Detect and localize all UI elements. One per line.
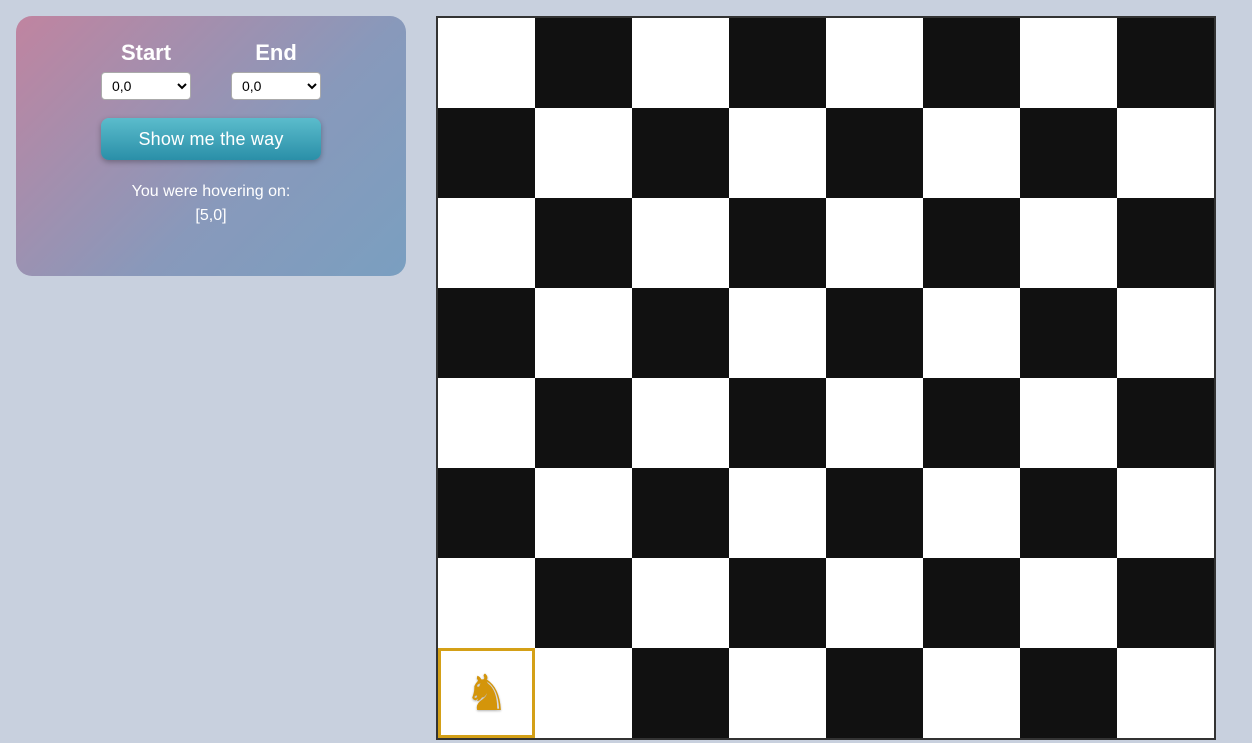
cell[interactable] (1117, 378, 1214, 468)
cell[interactable] (1117, 198, 1214, 288)
cell[interactable] (1020, 558, 1117, 648)
cell[interactable] (438, 558, 535, 648)
cell[interactable]: ♞ (438, 648, 535, 738)
start-select[interactable]: 0,0 0,1 0,2 0,3 0,4 0,5 0,6 0,7 (101, 72, 191, 100)
end-column: End 0,0 0,1 0,2 0,3 0,4 0,5 0,6 0,7 (231, 40, 321, 100)
start-column: Start 0,0 0,1 0,2 0,3 0,4 0,5 0,6 0,7 (101, 40, 191, 100)
cell[interactable] (632, 198, 729, 288)
cell[interactable] (826, 108, 923, 198)
cell[interactable] (632, 648, 729, 738)
cell[interactable] (535, 18, 632, 108)
cell[interactable] (1020, 468, 1117, 558)
cell[interactable] (535, 378, 632, 468)
cell[interactable] (729, 378, 826, 468)
hover-info: You were hovering on: [5,0] (132, 180, 291, 228)
cell[interactable] (632, 558, 729, 648)
cell[interactable] (535, 558, 632, 648)
start-end-row: Start 0,0 0,1 0,2 0,3 0,4 0,5 0,6 0,7 En… (46, 40, 376, 100)
cell[interactable] (1117, 18, 1214, 108)
board-container: ♞ (436, 16, 1216, 740)
cell[interactable] (632, 378, 729, 468)
cell[interactable] (535, 288, 632, 378)
cell[interactable] (1020, 18, 1117, 108)
control-panel: Start 0,0 0,1 0,2 0,3 0,4 0,5 0,6 0,7 En… (16, 16, 406, 276)
chessboard[interactable]: ♞ (436, 16, 1216, 740)
cell[interactable] (729, 468, 826, 558)
cell[interactable] (729, 558, 826, 648)
cell[interactable] (923, 288, 1020, 378)
cell[interactable] (729, 18, 826, 108)
cell[interactable] (923, 558, 1020, 648)
cell[interactable] (826, 288, 923, 378)
cell[interactable] (632, 288, 729, 378)
cell[interactable] (632, 108, 729, 198)
cell[interactable] (826, 198, 923, 288)
cell[interactable] (729, 198, 826, 288)
cell[interactable] (438, 18, 535, 108)
cell[interactable] (632, 468, 729, 558)
cell[interactable] (826, 378, 923, 468)
cell[interactable] (923, 468, 1020, 558)
cell[interactable] (1117, 558, 1214, 648)
cell[interactable] (535, 198, 632, 288)
cell[interactable] (923, 648, 1020, 738)
show-way-button[interactable]: Show me the way (101, 118, 321, 160)
cell[interactable] (729, 648, 826, 738)
cell[interactable] (1117, 648, 1214, 738)
cell[interactable] (923, 18, 1020, 108)
cell[interactable] (729, 108, 826, 198)
hover-line2: [5,0] (132, 204, 291, 228)
cell[interactable] (438, 378, 535, 468)
cell[interactable] (535, 468, 632, 558)
cell[interactable] (826, 468, 923, 558)
cell[interactable] (1117, 468, 1214, 558)
cell[interactable] (535, 108, 632, 198)
cell[interactable] (632, 18, 729, 108)
hover-line1: You were hovering on: (132, 180, 291, 204)
cell[interactable] (1117, 288, 1214, 378)
end-label: End (255, 40, 297, 66)
cell[interactable] (1020, 648, 1117, 738)
cell[interactable] (438, 468, 535, 558)
cell[interactable] (1020, 198, 1117, 288)
cell[interactable] (923, 198, 1020, 288)
start-label: Start (121, 40, 171, 66)
cell[interactable] (826, 648, 923, 738)
cell[interactable] (1020, 288, 1117, 378)
cell[interactable] (923, 378, 1020, 468)
cell[interactable] (923, 108, 1020, 198)
cell[interactable] (1117, 108, 1214, 198)
cell[interactable] (535, 648, 632, 738)
cell[interactable] (438, 108, 535, 198)
cell[interactable] (438, 198, 535, 288)
cell[interactable] (729, 288, 826, 378)
cell[interactable] (1020, 108, 1117, 198)
cell[interactable] (826, 18, 923, 108)
end-select[interactable]: 0,0 0,1 0,2 0,3 0,4 0,5 0,6 0,7 (231, 72, 321, 100)
cell[interactable] (438, 288, 535, 378)
cell[interactable] (826, 558, 923, 648)
cell[interactable] (1020, 378, 1117, 468)
